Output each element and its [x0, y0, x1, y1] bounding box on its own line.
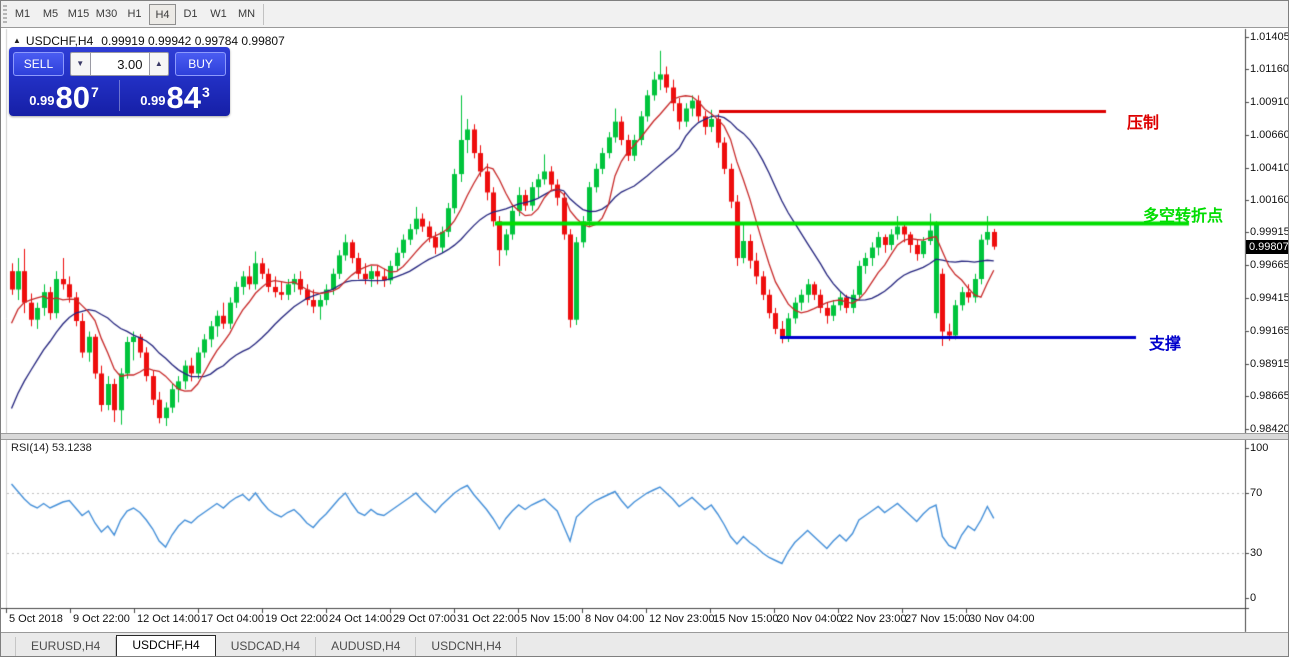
indicator-axis-label: 70 — [1250, 487, 1262, 499]
price-axis-label: 0.99415 — [1250, 292, 1289, 304]
date-axis-label: 12 Oct 14:00 — [137, 613, 200, 625]
current-price-badge: 0.99807 — [1246, 240, 1289, 254]
chart-tab-eurusd[interactable]: EURUSD,H4 — [15, 637, 116, 657]
chart-title: ▲ USDCHF,H4 0.99919 0.99942 0.99784 0.9980… — [13, 34, 285, 48]
timeframe-button-h4[interactable]: H4 — [149, 4, 176, 25]
date-axis-label: 12 Nov 23:00 — [649, 613, 714, 625]
date-axis-label: 30 Nov 04:00 — [969, 613, 1034, 625]
indicator-axis-label: 100 — [1250, 442, 1268, 454]
timeframe-button-h1[interactable]: H1 — [121, 4, 148, 25]
chart-tab-usdcnh[interactable]: USDCNH,H4 — [416, 637, 517, 657]
one-click-trading-panel: SELL ▼ ▲ BUY 0.99 80 7 0.99 84 3 — [9, 47, 230, 116]
ask-price[interactable]: 0.99 84 3 — [120, 78, 230, 115]
indicator-axis-label: 0 — [1250, 592, 1256, 604]
timeframe-button-mn[interactable]: MN — [233, 4, 260, 25]
bid-price-pip: 7 — [91, 84, 99, 100]
price-axis-label: 1.00910 — [1250, 96, 1289, 108]
timeframe-button-m5[interactable]: M5 — [37, 4, 64, 25]
price-axis-label: 0.98420 — [1250, 423, 1289, 435]
toolbar-grip-icon[interactable] — [3, 5, 7, 24]
price-axis-label: 0.98915 — [1250, 358, 1289, 370]
pane-divider[interactable] — [1, 433, 1288, 440]
buy-button[interactable]: BUY — [175, 52, 226, 76]
date-axis-label: 24 Oct 14:00 — [329, 613, 392, 625]
ask-price-big: 84 — [167, 84, 201, 112]
collapse-panel-icon[interactable]: ▲ — [13, 36, 21, 45]
timeframe-button-w1[interactable]: W1 — [205, 4, 232, 25]
price-axis-label: 1.01405 — [1250, 31, 1289, 43]
date-axis-label: 5 Oct 2018 — [9, 613, 63, 625]
ask-price-prefix: 0.99 — [140, 93, 165, 108]
date-axis-label: 29 Oct 07:00 — [393, 613, 456, 625]
bid-price-big: 80 — [56, 84, 90, 112]
bid-price[interactable]: 0.99 80 7 — [9, 78, 119, 115]
chart-ohlc-values: 0.99919 0.99942 0.99784 0.99807 — [101, 34, 285, 48]
ask-price-pip: 3 — [202, 84, 210, 100]
annotation-label-resistance[interactable]: 压制 — [1127, 109, 1159, 133]
price-axis-label: 1.00660 — [1250, 129, 1289, 141]
date-axis-label: 19 Oct 22:00 — [265, 613, 328, 625]
sell-button[interactable]: SELL — [13, 52, 64, 76]
timeframe-button-m15[interactable]: M15 — [65, 4, 92, 25]
terminal-window: M1M5M15M30H1H4D1W1MN ▲ USDCHF,H4 0.99919 0… — [0, 0, 1289, 657]
timeframe-button-m30[interactable]: M30 — [93, 4, 120, 25]
date-axis-label: 15 Nov 15:00 — [713, 613, 778, 625]
chart-tab-bar: EURUSD,H4USDCHF,H4USDCAD,H4AUDUSD,H4USDC… — [1, 632, 1288, 657]
volume-increase-icon[interactable]: ▲ — [149, 52, 170, 76]
indicator-label: RSI(14) 53.1238 — [11, 442, 92, 454]
volume-decrease-icon[interactable]: ▼ — [70, 52, 91, 76]
price-axis-label: 0.99165 — [1250, 325, 1289, 337]
annotation-label-long-short-pivot[interactable]: 多空转折点 — [1143, 202, 1223, 226]
annotation-label-support[interactable]: 支撑 — [1149, 330, 1181, 354]
date-axis-label: 22 Nov 23:00 — [841, 613, 906, 625]
chart-tab-audusd[interactable]: AUDUSD,H4 — [316, 637, 416, 657]
indicator-name: RSI(14) — [11, 442, 49, 454]
chart-tab-usdchf[interactable]: USDCHF,H4 — [116, 635, 215, 657]
toolbar-separator — [263, 4, 264, 25]
price-axis-label: 1.00410 — [1250, 162, 1289, 174]
date-axis-label: 31 Oct 22:00 — [457, 613, 520, 625]
price-axis-label: 0.99915 — [1250, 226, 1289, 238]
price-axis-label: 1.00160 — [1250, 194, 1289, 206]
timeframe-button-d1[interactable]: D1 — [177, 4, 204, 25]
date-axis-label: 20 Nov 04:00 — [777, 613, 842, 625]
indicator-axis-label: 30 — [1250, 547, 1262, 559]
indicator-value: 53.1238 — [52, 442, 92, 454]
date-axis-label: 27 Nov 15:00 — [905, 613, 970, 625]
chart-symbol-label: USDCHF,H4 — [26, 34, 93, 48]
price-axis-label: 0.99665 — [1250, 259, 1289, 271]
price-axis-label: 0.98665 — [1250, 390, 1289, 402]
bid-price-prefix: 0.99 — [29, 93, 54, 108]
date-axis-label: 9 Oct 22:00 — [73, 613, 130, 625]
price-axis-label: 1.01160 — [1250, 63, 1289, 75]
chart-tab-usdcad[interactable]: USDCAD,H4 — [216, 637, 316, 657]
timeframe-button-m1[interactable]: M1 — [9, 4, 36, 25]
timeframe-toolbar: M1M5M15M30H1H4D1W1MN — [1, 1, 1288, 28]
volume-input[interactable] — [91, 52, 149, 76]
date-axis-label: 8 Nov 04:00 — [585, 613, 644, 625]
date-axis-label: 5 Nov 15:00 — [521, 613, 580, 625]
date-axis-label: 17 Oct 04:00 — [201, 613, 264, 625]
